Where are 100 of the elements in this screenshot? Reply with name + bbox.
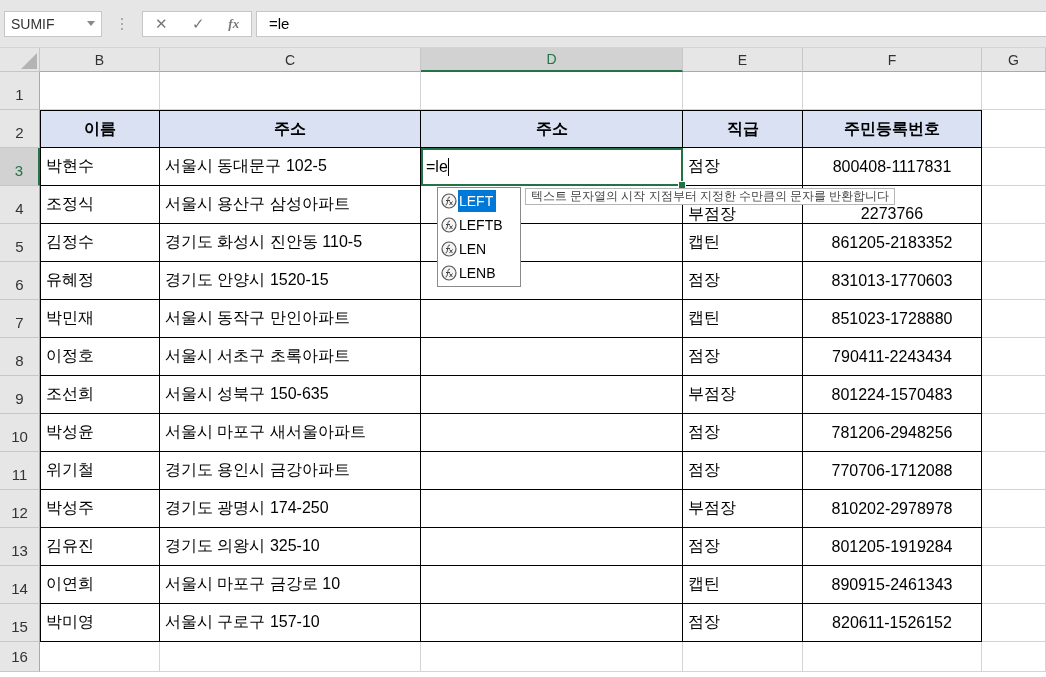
table-cell: 서울시 동대문구 102-5 <box>160 148 421 186</box>
cancel-button[interactable]: ✕ <box>154 14 168 33</box>
empty-cell <box>982 642 1046 672</box>
table-cell: 박현수 <box>40 148 160 186</box>
header-cell: 직급 <box>683 110 803 148</box>
header-cell: 주소 <box>160 110 421 148</box>
table-cell: 서울시 마포구 금강로 10 <box>160 566 421 604</box>
table-cell: 861205-2183352 <box>803 224 982 262</box>
column-header[interactable]: G <box>982 48 1046 72</box>
table-cell: 경기도 안양시 1520-15 <box>160 262 421 300</box>
enter-button[interactable]: ✓ <box>191 14 205 33</box>
table-cell: 790411-2243434 <box>803 338 982 376</box>
table-cell: 서울시 성북구 150-635 <box>160 376 421 414</box>
column-header[interactable]: F <box>803 48 982 72</box>
empty-cell <box>982 224 1046 262</box>
row-header[interactable]: 8 <box>0 338 40 376</box>
table-cell: 조정식 <box>40 186 160 224</box>
table-cell: 박성주 <box>40 490 160 528</box>
table-cell: 박성윤 <box>40 414 160 452</box>
row-header[interactable]: 13 <box>0 528 40 566</box>
table-cell: 점장 <box>683 604 803 642</box>
header-cell: 주민등록번호 <box>803 110 982 148</box>
header-cell: 주소 <box>421 110 683 148</box>
table-cell: 이정호 <box>40 338 160 376</box>
header-cell: 이름 <box>40 110 160 148</box>
tooltip: 텍스트 문자열의 시작 지점부터 지정한 수만큼의 문자를 반환합니다 <box>525 188 896 205</box>
row-header[interactable]: 9 <box>0 376 40 414</box>
empty-cell <box>982 376 1046 414</box>
table-cell: 801205-1919284 <box>803 528 982 566</box>
function-icon <box>441 193 457 209</box>
table-cell: 경기도 광명시 174-250 <box>160 490 421 528</box>
table-cell: 위기철 <box>40 452 160 490</box>
insert-function-button[interactable]: fx <box>228 15 240 32</box>
row-header[interactable]: 4 <box>0 186 40 224</box>
empty-cell <box>982 262 1046 300</box>
table-cell: 851023-1728880 <box>803 300 982 338</box>
row-header[interactable]: 5 <box>0 224 40 262</box>
row-header[interactable]: 14 <box>0 566 40 604</box>
table-cell: 801224-1570483 <box>803 376 982 414</box>
table-cell: 박미영 <box>40 604 160 642</box>
column-header[interactable]: E <box>683 48 803 72</box>
grip-icon <box>120 16 124 31</box>
row-header[interactable]: 16 <box>0 642 40 672</box>
table-cell: 점장 <box>683 148 803 186</box>
table-cell: 캡틴 <box>683 224 803 262</box>
row-header[interactable]: 15 <box>0 604 40 642</box>
cell-input[interactable]: =le <box>421 148 683 186</box>
table-cell: 조선희 <box>40 376 160 414</box>
row-header[interactable]: 6 <box>0 262 40 300</box>
function-item[interactable]: LEN <box>438 237 520 261</box>
table-cell: 점장 <box>683 414 803 452</box>
empty-cell <box>982 490 1046 528</box>
table-cell: 890915-2461343 <box>803 566 982 604</box>
row-header[interactable]: 3 <box>0 148 40 186</box>
table-cell: 박민재 <box>40 300 160 338</box>
column-header[interactable]: D <box>421 48 683 72</box>
table-cell: 경기도 의왕시 325-10 <box>160 528 421 566</box>
table-cell: 점장 <box>683 338 803 376</box>
table-cell: 서울시 마포구 새서울아파트 <box>160 414 421 452</box>
name-box[interactable]: SUMIF <box>4 10 102 37</box>
empty-cell <box>982 148 1046 186</box>
table-cell: 유혜정 <box>40 262 160 300</box>
function-item[interactable]: LEFT <box>438 189 520 213</box>
table-cell: 김정수 <box>40 224 160 262</box>
table-cell: 800408-1117831 <box>803 148 982 186</box>
row-header[interactable]: 1 <box>0 72 40 110</box>
empty-cell <box>982 604 1046 642</box>
table-cell: 김유진 <box>40 528 160 566</box>
row-header[interactable]: 11 <box>0 452 40 490</box>
function-item[interactable]: LEFTB <box>438 213 520 237</box>
table-cell: 이연희 <box>40 566 160 604</box>
function-item[interactable]: LENB <box>438 261 520 285</box>
table-cell: 부점장 <box>683 490 803 528</box>
table-cell: 서울시 동작구 만인아파트 <box>160 300 421 338</box>
row-header[interactable]: 2 <box>0 110 40 148</box>
empty-cell <box>982 72 1046 110</box>
table-cell: 캡틴 <box>683 300 803 338</box>
table-cell: 서울시 구로구 157-10 <box>160 604 421 642</box>
formula-field[interactable]: =le <box>256 10 1046 37</box>
empty-cell <box>982 566 1046 604</box>
empty-cell <box>982 186 1046 224</box>
function-icon <box>441 241 457 257</box>
empty-cell <box>982 452 1046 490</box>
empty-cell <box>982 338 1046 376</box>
dropdown-caret-icon[interactable] <box>87 21 95 26</box>
table-cell: 820611-1526152 <box>803 604 982 642</box>
function-icon <box>441 217 457 233</box>
row-header[interactable]: 12 <box>0 490 40 528</box>
row-header[interactable]: 10 <box>0 414 40 452</box>
table-cell: 경기도 용인시 금강아파트 <box>160 452 421 490</box>
row-header[interactable]: 7 <box>0 300 40 338</box>
empty-cell <box>982 414 1046 452</box>
table-cell: 770706-1712088 <box>803 452 982 490</box>
column-header[interactable]: C <box>160 48 421 72</box>
column-header[interactable]: B <box>40 48 160 72</box>
table-cell: 서울시 용산구 삼성아파트 <box>160 186 421 224</box>
table-cell: 캡틴 <box>683 566 803 604</box>
table-cell: 점장 <box>683 528 803 566</box>
function-icon <box>441 265 457 281</box>
table-cell: 부점장 <box>683 376 803 414</box>
